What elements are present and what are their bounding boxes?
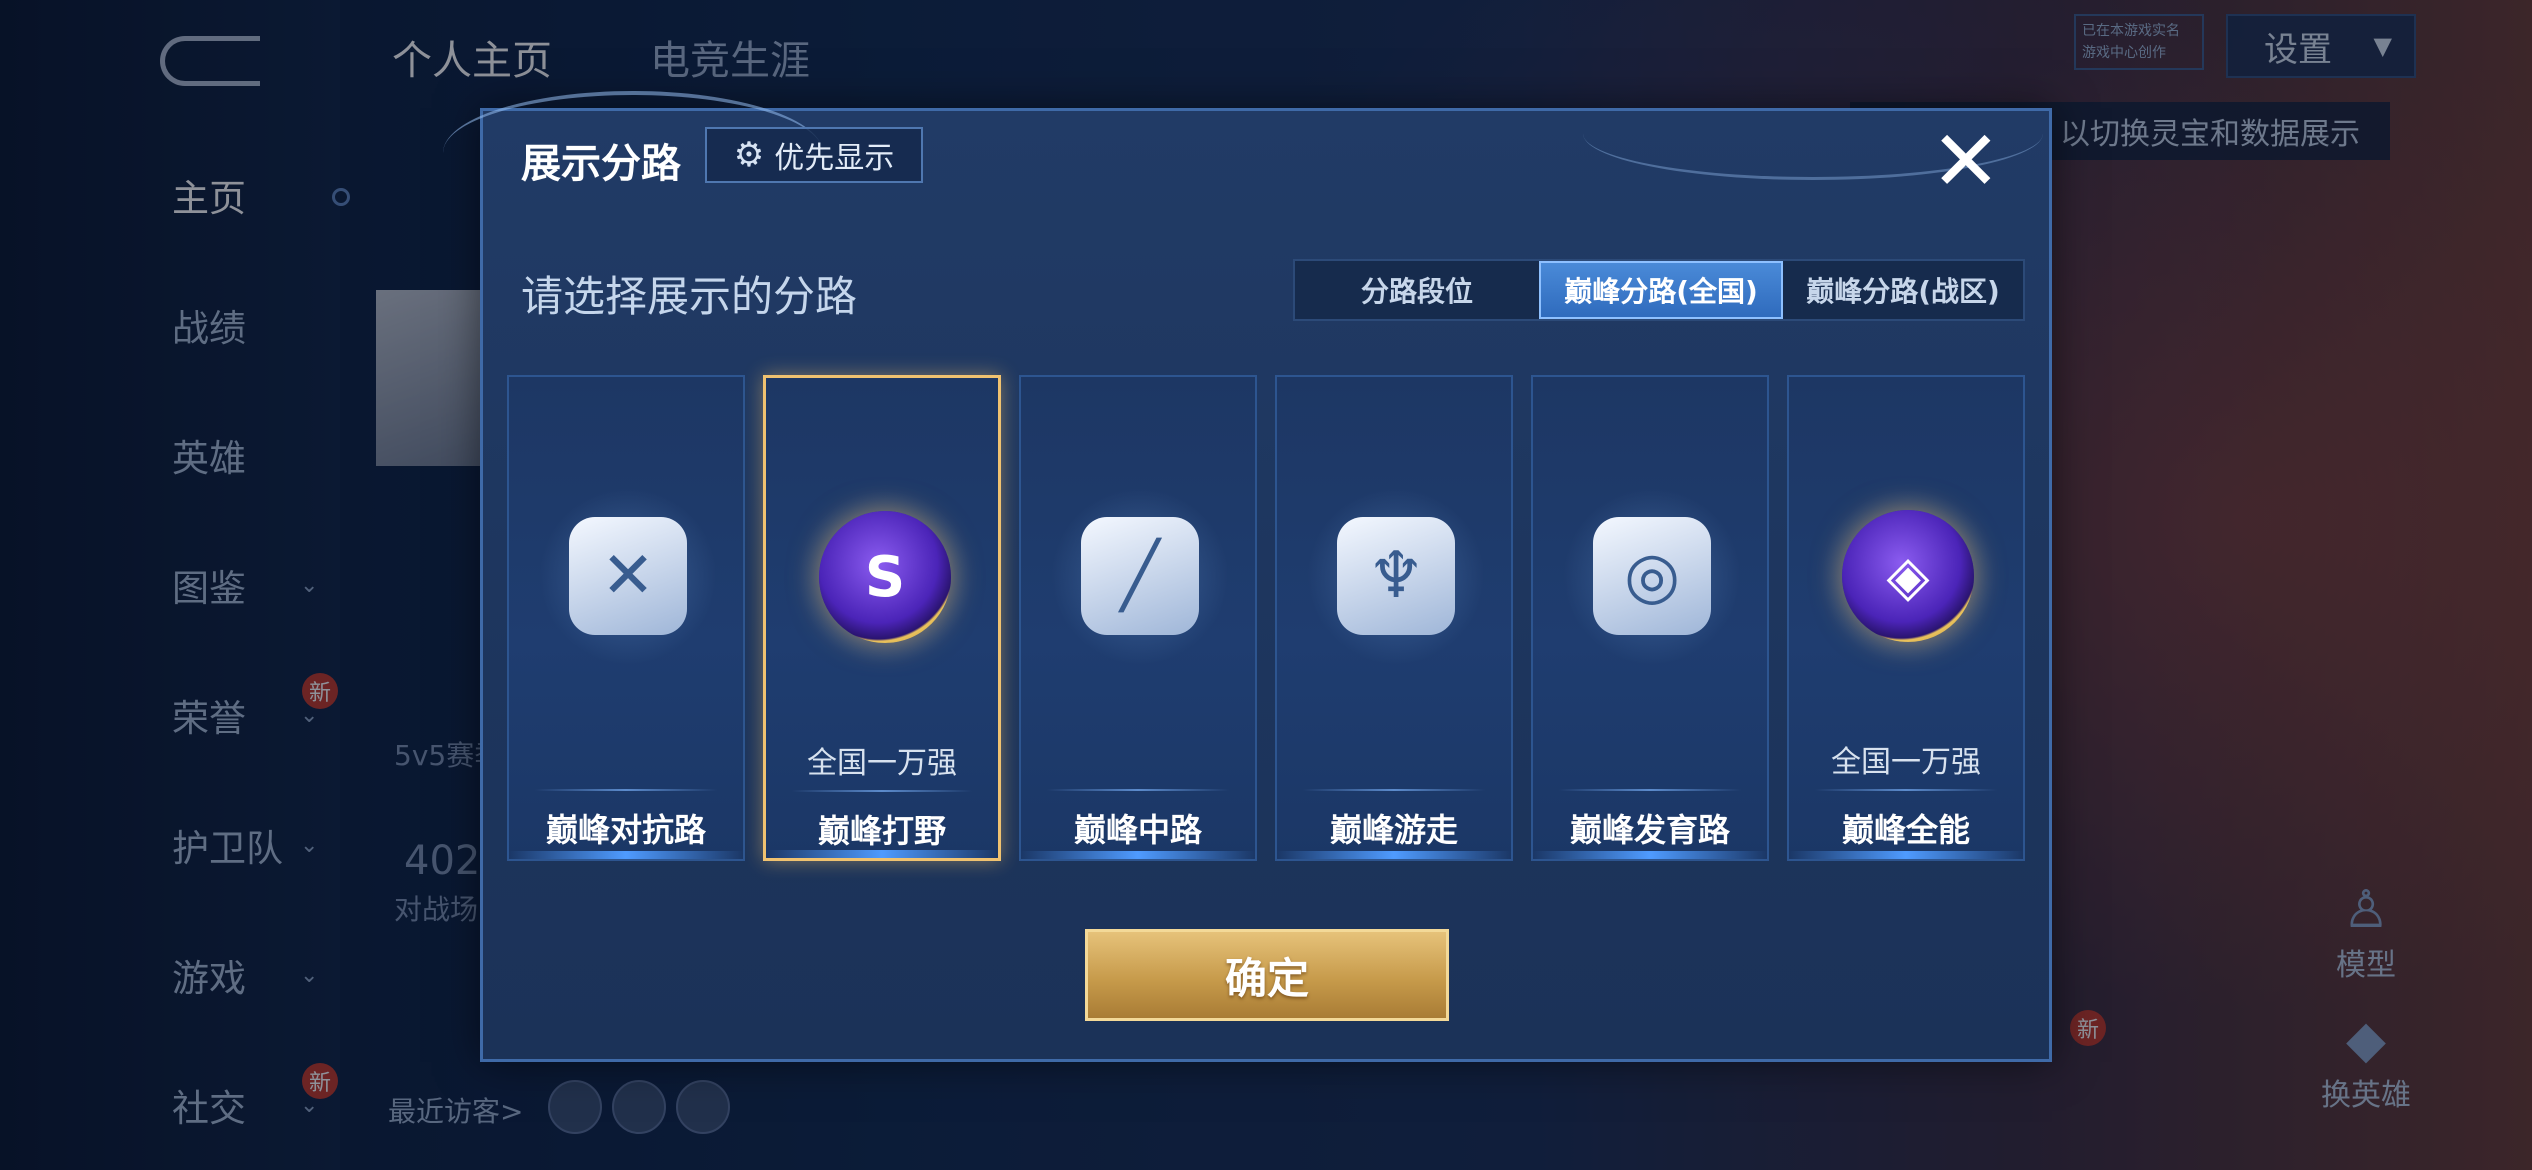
confirm-button[interactable]: 确定 bbox=[1085, 929, 1449, 1021]
lane-card[interactable]: ╱ 巅峰中路 bbox=[1019, 375, 1257, 861]
emblem-face: S bbox=[819, 511, 951, 643]
emblem-face: ╱ bbox=[1081, 517, 1199, 635]
dialog-title: 展示分路 bbox=[521, 141, 681, 187]
divider bbox=[1815, 789, 1997, 791]
lane-card-label: 巅峰全能 bbox=[1841, 811, 1970, 849]
card-bottom-glow bbox=[1277, 851, 1511, 859]
clash-lane-icon: ✕ bbox=[562, 510, 694, 642]
rank-text: 全国一万强 bbox=[1831, 745, 1981, 780]
lane-card[interactable]: ◎ 巅峰发育路 bbox=[1531, 375, 1769, 861]
emblem-face: ◎ bbox=[1593, 517, 1711, 635]
divider bbox=[1047, 789, 1229, 791]
emblem-face: ♆ bbox=[1337, 517, 1455, 635]
confirm-label: 确定 bbox=[1224, 953, 1309, 1003]
lane-card-label: 巅峰中路 bbox=[1073, 811, 1202, 849]
tab-lane-rank[interactable]: 分路段位 bbox=[1295, 261, 1539, 319]
dialog-subtitle: 请选择展示的分路 bbox=[521, 272, 858, 321]
lane-card-label: 巅峰发育路 bbox=[1569, 811, 1730, 849]
jungle-emblem-icon: S bbox=[819, 511, 951, 643]
lane-card-label: 巅峰对抗路 bbox=[545, 811, 706, 849]
roam-icon: ♆ bbox=[1330, 510, 1462, 642]
lane-card-label: 巅峰打野 bbox=[817, 812, 946, 850]
mid-lane-icon: ╱ bbox=[1074, 510, 1206, 642]
divider bbox=[535, 789, 717, 791]
emblem-face: ◈ bbox=[1842, 510, 1974, 642]
divider bbox=[792, 790, 972, 792]
divider bbox=[1559, 789, 1741, 791]
lane-source-tabs: 分路段位 巅峰分路(全国) 巅峰分路(战区) bbox=[1293, 259, 2025, 321]
lane-card-label: 巅峰游走 bbox=[1329, 811, 1458, 849]
card-bottom-glow bbox=[1021, 851, 1255, 859]
all-round-emblem-icon: ◈ bbox=[1842, 510, 1974, 642]
close-icon[interactable]: ✕ bbox=[1931, 119, 2001, 203]
farm-lane-icon: ◎ bbox=[1586, 510, 1718, 642]
gear-icon: ⚙ bbox=[733, 135, 765, 175]
lane-card[interactable]: ◈ 全国一万强巅峰全能 bbox=[1787, 375, 2025, 861]
lane-display-dialog: 展示分路 ⚙ 优先显示 ✕ 请选择展示的分路 分路段位 巅峰分路(全国) 巅峰分… bbox=[443, 91, 2052, 1062]
lane-card[interactable]: S 全国一万强巅峰打野 bbox=[763, 375, 1001, 861]
lane-card[interactable]: ♆ 巅峰游走 bbox=[1275, 375, 1513, 861]
divider bbox=[1303, 789, 1485, 791]
tab-peak-lane-region[interactable]: 巅峰分路(战区) bbox=[1783, 261, 2023, 319]
emblem-face: ✕ bbox=[569, 517, 687, 635]
lane-card[interactable]: ✕ 巅峰对抗路 bbox=[507, 375, 745, 861]
priority-display-button[interactable]: ⚙ 优先显示 bbox=[705, 127, 923, 183]
priority-display-label: 优先显示 bbox=[774, 141, 895, 176]
card-bottom-glow bbox=[1789, 851, 2023, 859]
rank-text: 全国一万强 bbox=[807, 746, 957, 781]
card-bottom-glow bbox=[509, 851, 743, 859]
tab-peak-lane-national[interactable]: 巅峰分路(全国) bbox=[1539, 261, 1783, 319]
card-bottom-glow bbox=[766, 850, 998, 858]
card-bottom-glow bbox=[1533, 851, 1767, 859]
